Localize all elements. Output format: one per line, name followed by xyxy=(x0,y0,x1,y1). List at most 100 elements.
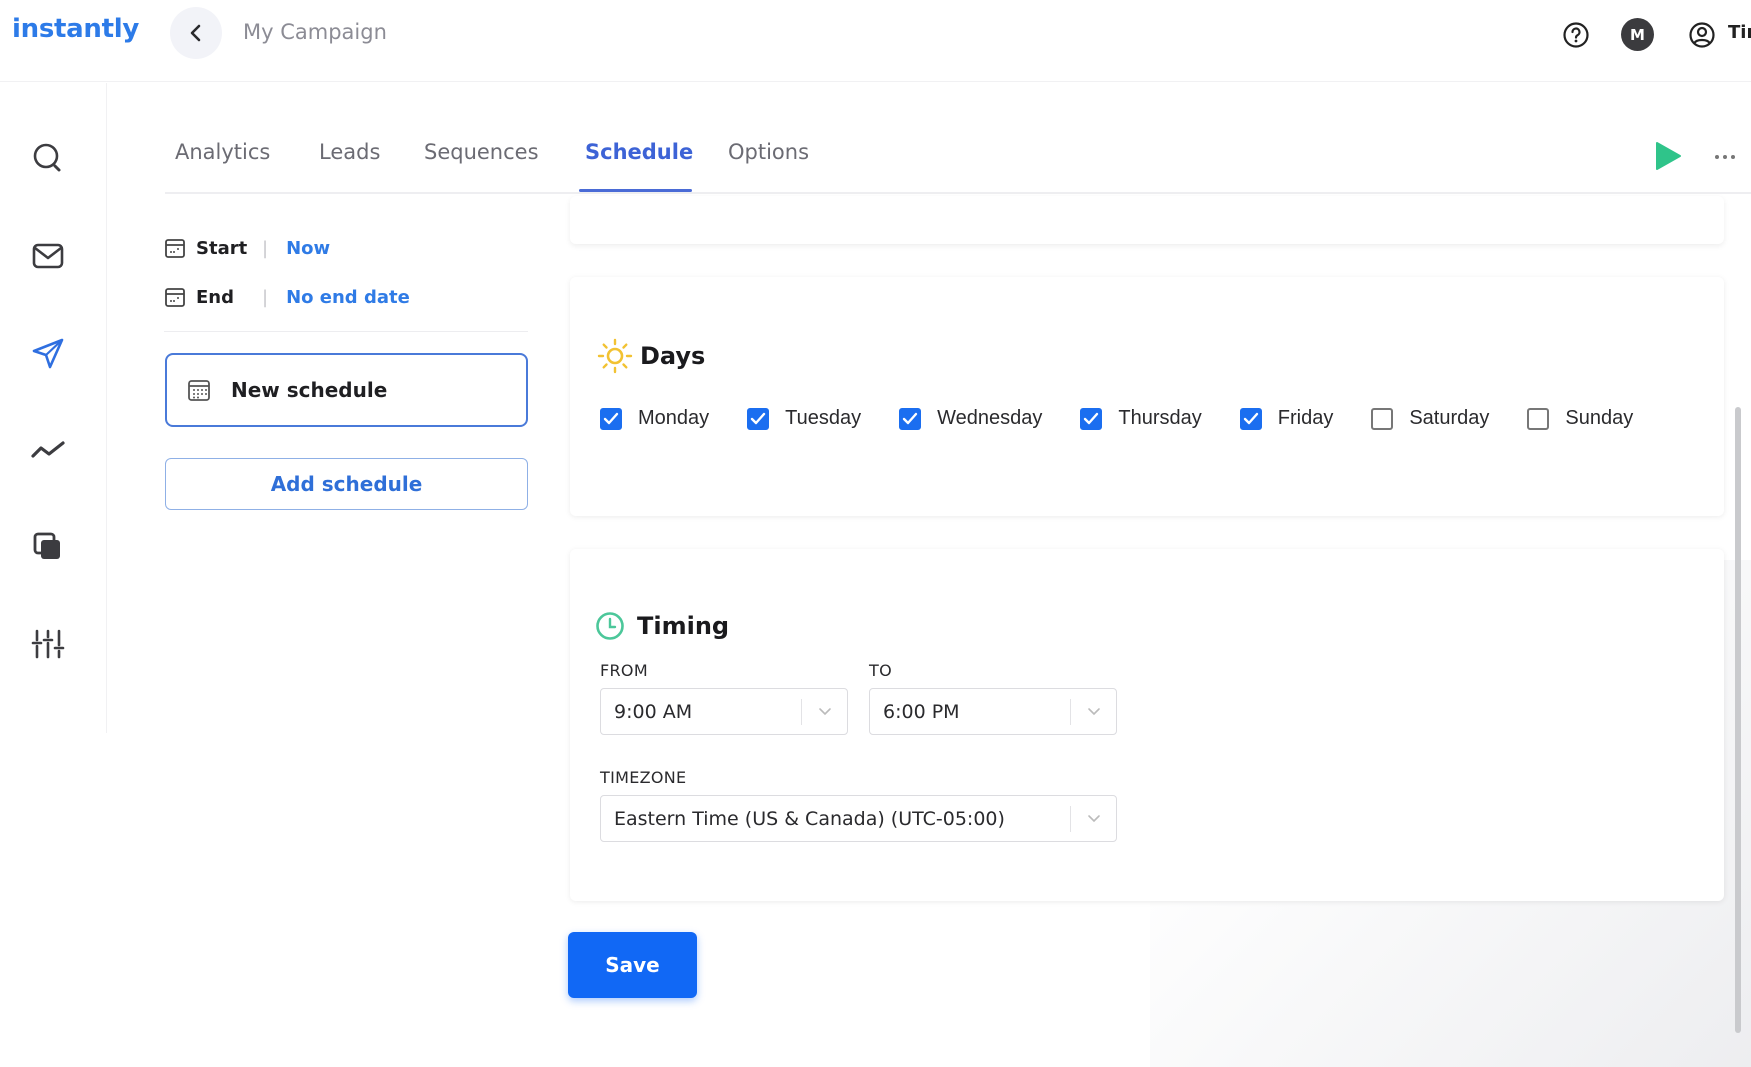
copy-icon xyxy=(33,532,60,559)
sidebar-item-campaigns[interactable] xyxy=(28,333,68,373)
day-label: Wednesday xyxy=(937,407,1043,429)
sidebar-item-analytics[interactable] xyxy=(28,430,68,470)
timing-title: Timing xyxy=(595,611,729,641)
check-icon xyxy=(750,412,766,424)
sidebar-item-mail[interactable] xyxy=(28,236,68,276)
days-checkbox-group: Monday Tuesday Wednesday Thursday Friday… xyxy=(600,407,1671,430)
divider xyxy=(164,331,528,332)
check-icon xyxy=(902,412,918,424)
day-label: Saturday xyxy=(1409,407,1490,429)
tab-analytics[interactable]: Analytics xyxy=(175,140,270,164)
user-name[interactable]: Tim xyxy=(1728,22,1751,43)
send-icon xyxy=(32,338,64,369)
vertical-scrollbar[interactable] xyxy=(1735,407,1741,1033)
checkbox-unchecked[interactable] xyxy=(1371,407,1394,430)
day-label: Friday xyxy=(1277,407,1334,429)
days-title: Days xyxy=(596,337,705,375)
calendar-icon xyxy=(165,288,185,307)
checkbox-checked[interactable] xyxy=(1080,407,1103,430)
check-icon xyxy=(603,412,619,424)
day-friday[interactable]: Friday xyxy=(1239,407,1334,430)
analytics-icon xyxy=(31,441,65,458)
mail-icon xyxy=(32,243,64,269)
timezone-label: TIMEZONE xyxy=(600,768,687,787)
timezone-value: Eastern Time (US & Canada) (UTC-05:00) xyxy=(614,807,1005,830)
checkbox-checked[interactable] xyxy=(747,407,770,430)
day-sunday[interactable]: Sunday xyxy=(1527,407,1633,430)
campaign-tabs: Analytics Leads Sequences Schedule Optio… xyxy=(165,130,1751,194)
timing-title-text: Timing xyxy=(637,612,730,640)
sun-icon xyxy=(597,338,633,374)
to-label: TO xyxy=(869,661,892,680)
day-label: Tuesday xyxy=(785,407,862,429)
sidebar-item-templates[interactable] xyxy=(28,527,68,567)
start-label: Start xyxy=(196,237,248,259)
timezone-select[interactable]: Eastern Time (US & Canada) (UTC-05:00) xyxy=(600,795,1117,842)
day-wednesday[interactable]: Wednesday xyxy=(899,407,1042,430)
tab-options[interactable]: Options xyxy=(728,140,809,164)
more-options-button[interactable] xyxy=(1710,142,1740,172)
sidebar-item-search[interactable] xyxy=(28,138,68,178)
start-value[interactable]: Now xyxy=(286,238,330,259)
tab-leads[interactable]: Leads xyxy=(319,140,380,164)
to-time-select[interactable]: 6:00 PM xyxy=(869,688,1117,735)
help-icon xyxy=(1563,22,1589,48)
save-button[interactable]: Save xyxy=(568,932,697,998)
schedule-list-item[interactable]: New schedule xyxy=(165,353,528,427)
top-bar: instantly My Campaign M Tim xyxy=(0,0,1751,82)
logo[interactable]: instantly xyxy=(12,14,139,44)
days-title-text: Days xyxy=(640,342,706,370)
add-schedule-button[interactable]: Add schedule xyxy=(165,458,528,510)
settings-sliders-icon xyxy=(31,629,65,659)
check-icon xyxy=(1084,412,1099,424)
checkbox-checked[interactable] xyxy=(1239,407,1262,430)
user-menu-button[interactable] xyxy=(1685,18,1719,52)
chevron-left-icon xyxy=(190,24,201,42)
days-card: Days Monday Tuesday Wednesday Thursday F… xyxy=(570,277,1724,516)
tab-sequences[interactable]: Sequences xyxy=(424,140,539,164)
search-icon xyxy=(33,143,61,172)
help-button[interactable] xyxy=(1559,18,1593,52)
start-date-row[interactable]: Start | Now xyxy=(164,235,330,261)
launch-campaign-button[interactable] xyxy=(1650,138,1686,174)
chevron-down-icon xyxy=(1087,708,1100,716)
sidebar xyxy=(0,83,107,733)
from-time-select[interactable]: 9:00 AM xyxy=(600,688,848,735)
schedule-name-card xyxy=(570,196,1724,244)
tab-schedule[interactable]: Schedule xyxy=(585,140,693,164)
active-tab-indicator xyxy=(579,189,692,192)
play-icon xyxy=(1656,142,1681,170)
day-label: Sunday xyxy=(1565,407,1634,429)
day-monday[interactable]: Monday xyxy=(600,407,709,430)
clock-icon xyxy=(596,612,624,640)
timing-card: Timing FROM 9:00 AM TO 6:00 PM TIMEZONE … xyxy=(570,549,1724,901)
schedule-name: New schedule xyxy=(231,378,388,402)
day-label: Thursday xyxy=(1118,407,1202,429)
sidebar-item-settings[interactable] xyxy=(28,624,68,664)
chevron-down-icon xyxy=(1087,815,1100,823)
to-value: 6:00 PM xyxy=(883,700,960,723)
checkbox-unchecked[interactable] xyxy=(1527,407,1550,430)
end-date-row[interactable]: End | No end date xyxy=(164,284,410,310)
calendar-grid-icon xyxy=(188,380,210,401)
end-value[interactable]: No end date xyxy=(286,287,410,308)
day-thursday[interactable]: Thursday xyxy=(1080,407,1202,430)
checkbox-checked[interactable] xyxy=(600,407,622,430)
from-value: 9:00 AM xyxy=(614,700,693,723)
calendar-icon xyxy=(165,239,185,258)
user-icon xyxy=(1689,22,1715,48)
check-icon xyxy=(1243,412,1258,424)
divider: | xyxy=(262,286,269,308)
checkbox-checked[interactable] xyxy=(899,407,922,430)
chevron-down-icon xyxy=(818,708,831,716)
more-horizontal-icon xyxy=(1715,155,1735,159)
day-label: Monday xyxy=(638,407,710,429)
day-saturday[interactable]: Saturday xyxy=(1371,407,1489,430)
day-tuesday[interactable]: Tuesday xyxy=(747,407,861,430)
campaign-title: My Campaign xyxy=(243,20,387,44)
end-label: End xyxy=(196,286,234,308)
from-label: FROM xyxy=(600,661,648,680)
divider: | xyxy=(262,237,269,259)
avatar[interactable]: M xyxy=(1621,18,1654,51)
back-button[interactable] xyxy=(170,7,222,59)
